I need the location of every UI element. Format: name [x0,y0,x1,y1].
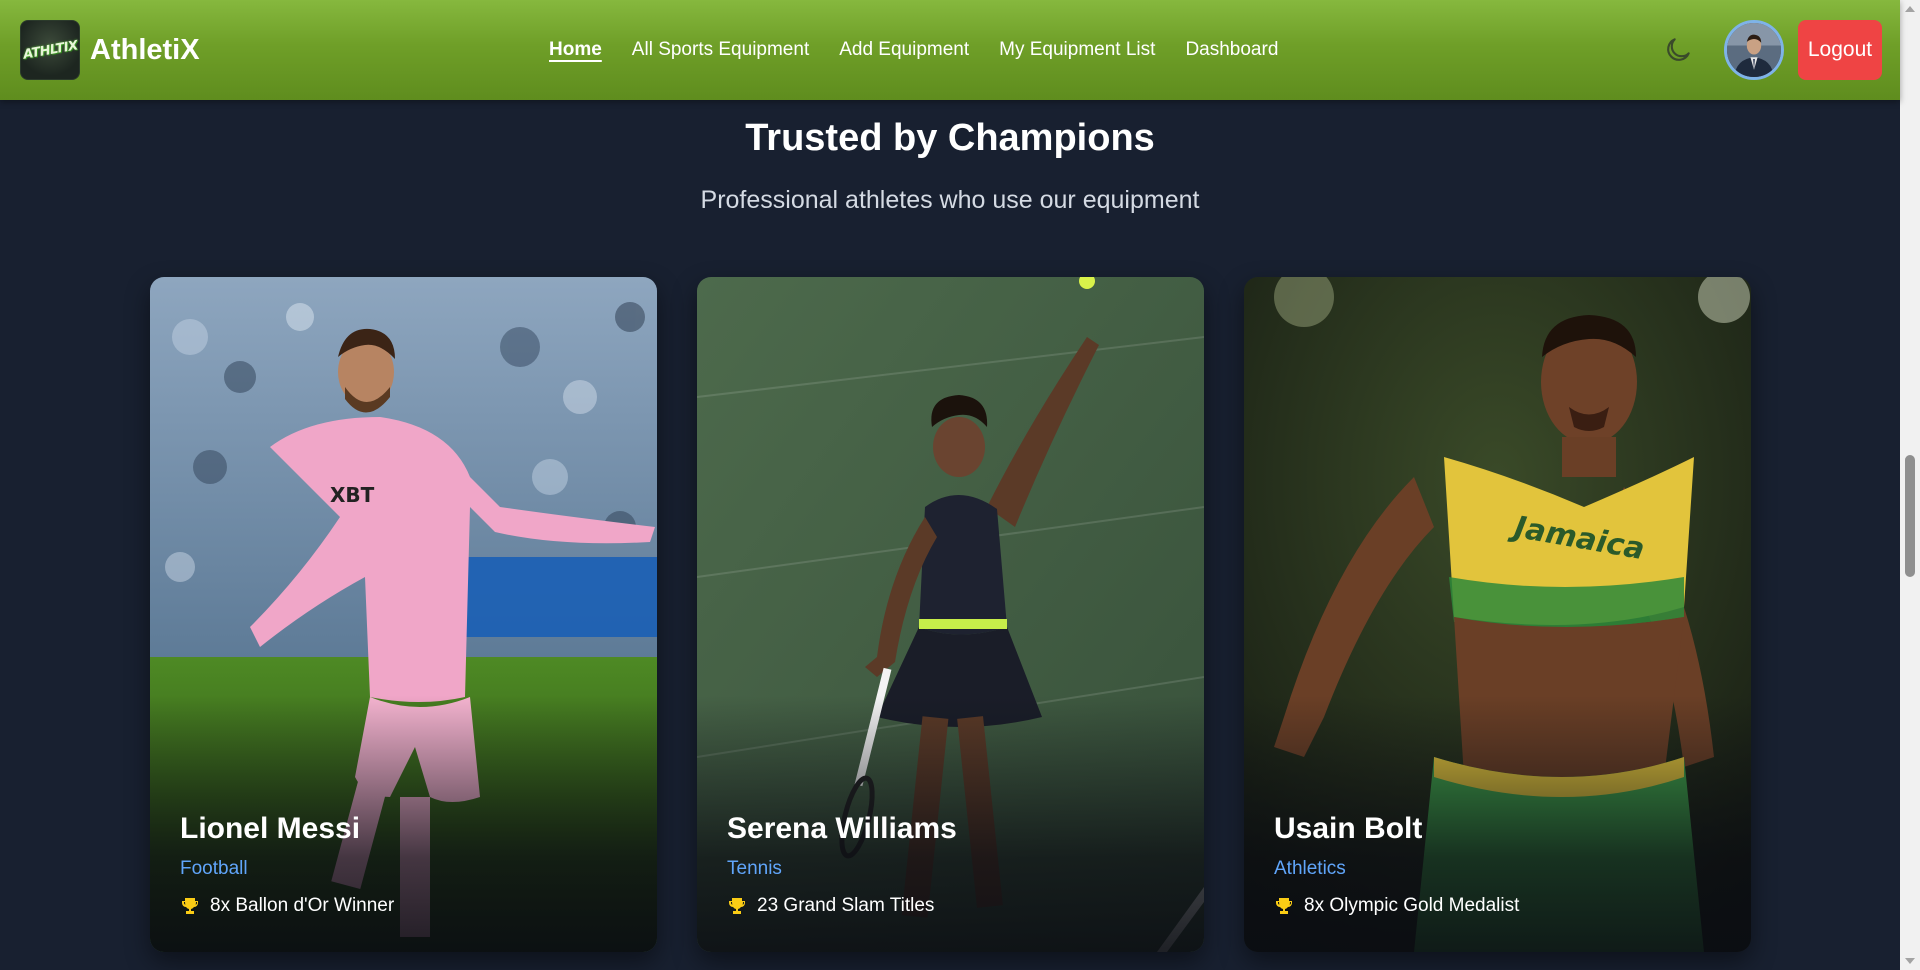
athlete-card-serena-williams[interactable]: Serena Williams Tennis 23 Grand Slam Tit… [697,277,1204,952]
user-avatar[interactable] [1724,20,1784,80]
athlete-info: Serena Williams Tennis 23 Grand Slam Tit… [727,812,1184,952]
brand-name[interactable]: AthletiX [90,34,200,67]
trophy-icon [180,896,200,916]
nav-all-sports-equipment[interactable]: All Sports Equipment [632,39,809,61]
athlete-sport: Tennis [727,858,782,879]
athlete-achievement: 8x Ballon d'Or Winner [180,895,394,917]
brand[interactable]: ATHLTIX AthletiX [20,20,200,80]
brand-logo[interactable]: ATHLTIX [20,20,80,80]
section-subtitle: Professional athletes who use our equipm… [700,186,1200,214]
nav-home[interactable]: Home [549,39,602,61]
scrollbar-thumb[interactable] [1905,455,1915,577]
page-scrollbar[interactable] [1900,0,1920,970]
athlete-achievement-text: 23 Grand Slam Titles [757,895,935,916]
main-nav: Home All Sports Equipment Add Equipment … [549,0,1308,100]
athlete-achievement-text: 8x Olympic Gold Medalist [1304,895,1520,916]
athlete-achievement-text: 8x Ballon d'Or Winner [210,895,395,916]
athlete-card-messi[interactable]: XBT Lionel Messi Football 8x Ballon d'Or… [150,277,657,952]
athlete-info: Lionel Messi Football 8x Ballon d'Or Win… [180,812,637,952]
athlete-achievement: 23 Grand Slam Titles [727,895,934,917]
trophy-icon [1274,896,1294,916]
nav-dashboard[interactable]: Dashboard [1185,39,1278,61]
scroll-up-icon[interactable] [1905,6,1915,12]
athlete-name: Lionel Messi [180,812,361,845]
moon-icon[interactable] [1662,34,1694,66]
athlete-achievement: 8x Olympic Gold Medalist [1274,895,1519,917]
athlete-name: Serena Williams [727,812,957,845]
athlete-sport: Athletics [1274,858,1346,879]
logout-button[interactable]: Logout [1798,20,1882,80]
trophy-icon [727,896,747,916]
nav-add-equipment[interactable]: Add Equipment [839,39,969,61]
brand-logo-text: ATHLTIX [21,37,79,63]
scroll-down-icon[interactable] [1905,958,1915,964]
athlete-sport: Football [180,858,248,879]
athlete-info: Usain Bolt Athletics 8x Olympic Gold Med… [1274,812,1731,952]
section-title: Trusted by Champions [745,117,1155,159]
athlete-card-usain-bolt[interactable]: Jamaica Usain Bolt Athletics 8x Olympic … [1244,277,1751,952]
athlete-name: Usain Bolt [1274,812,1423,845]
nav-my-equipment-list[interactable]: My Equipment List [999,39,1155,61]
navbar: ATHLTIX AthletiX Home All Sports Equipme… [0,0,1900,100]
